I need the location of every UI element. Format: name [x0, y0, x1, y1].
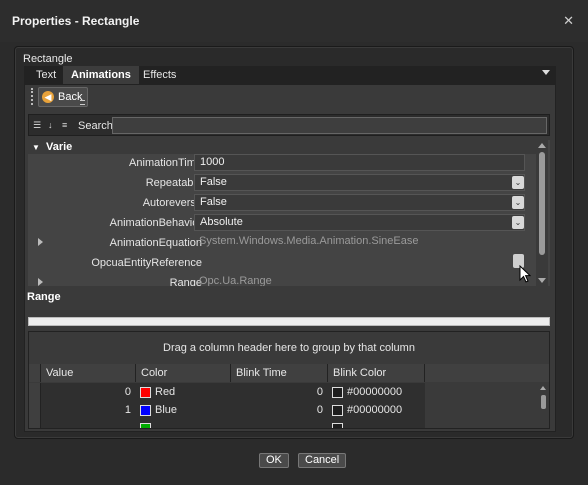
mouse-cursor-icon [519, 265, 531, 283]
alphabetical-sort-icon[interactable]: ↓ [48, 120, 53, 130]
property-row-animationequation: AnimationEquation System.Windows.Media.A… [28, 233, 536, 253]
window-title: Properties - Rectangle [12, 14, 140, 28]
property-row-range: Range Opc.Ua.Range [28, 273, 536, 286]
animationequation-value: System.Windows.Media.Animation.SineEase [199, 235, 419, 247]
cell-blink-color[interactable]: #00000000 [328, 401, 425, 419]
column-header-filler [425, 364, 549, 382]
animationbehavior-combo[interactable]: Absolute ⌄ [194, 214, 525, 231]
blink-color-value: #00000000 [347, 386, 403, 398]
range-data-grid: Drag a column header here to group by th… [28, 331, 550, 429]
repeatable-combo[interactable]: False ⌄ [194, 174, 525, 191]
property-row-animationtime: AnimationTime 1000 [28, 153, 536, 173]
color-swatch [140, 422, 151, 428]
range-section-title: Range [27, 291, 61, 303]
repeatable-value: False [200, 176, 227, 188]
property-row-repeatable: Repeatable False ⌄ [28, 173, 536, 193]
chevron-down-icon[interactable]: ⌄ [512, 176, 524, 189]
section-label: Rectangle [23, 53, 73, 65]
autoreverse-combo[interactable]: False ⌄ [194, 194, 525, 211]
chevron-down-icon[interactable]: ⌄ [512, 196, 524, 209]
cell-blink-color[interactable] [328, 419, 425, 428]
search-label: Search: [78, 120, 116, 132]
chevron-down-icon[interactable]: ⌄ [512, 216, 524, 229]
back-toolbar: ◀ Back [28, 86, 89, 108]
color-swatch [332, 386, 343, 398]
cancel-button[interactable]: Cancel [298, 453, 347, 468]
category-label: Varie [45, 141, 73, 153]
cell-blink-time[interactable]: 0 [231, 401, 328, 419]
cell-value[interactable]: 0 [41, 383, 136, 401]
search-input[interactable] [112, 117, 547, 134]
color-name: Blue [155, 404, 178, 416]
animationbehavior-value: Absolute [200, 216, 243, 228]
cell-color[interactable]: Red [136, 383, 231, 401]
property-grid-scrollbar[interactable] [536, 140, 548, 286]
color-name: Red [155, 386, 176, 398]
color-swatch [332, 404, 343, 416]
tab-overflow-dropdown-icon[interactable] [542, 70, 550, 75]
column-header-color[interactable]: Color [136, 364, 231, 382]
row-indicator[interactable] [29, 401, 41, 419]
group-panel-hint[interactable]: Drag a column header here to group by th… [29, 332, 549, 364]
cell-blink-time[interactable]: 0 [231, 383, 328, 401]
property-grid: ▼ Varie AnimationTime 1000 Repeatable Fa… [28, 140, 550, 286]
property-row-opcuaentityreference: OpcuaEntityReference [28, 253, 536, 273]
back-arrow-icon: ◀ [42, 91, 54, 103]
tab-strip: Text Animations Effects [24, 66, 556, 84]
expand-arrow-icon[interactable] [38, 238, 43, 246]
scroll-up-icon[interactable] [538, 143, 546, 148]
property-row-animationbehavior: AnimationBehavior Absolute ⌄ [28, 213, 536, 233]
column-header-blink-time[interactable]: Blink Time [231, 364, 328, 382]
cell-blink-time[interactable] [231, 419, 328, 428]
cell-color[interactable] [136, 419, 231, 428]
scroll-up-icon[interactable] [540, 386, 546, 390]
cell-value[interactable]: 1 [41, 401, 136, 419]
list-view-icon[interactable]: ≡ [62, 120, 67, 130]
categorized-sort-icon[interactable]: ☰ [33, 120, 41, 131]
property-name: AnimationBehavior [109, 217, 202, 229]
range-editor-bar[interactable] [28, 317, 550, 326]
table-row[interactable]: 0 Red 0 #00000000 [29, 383, 537, 401]
category-header[interactable]: ▼ Varie [28, 140, 536, 154]
scroll-thumb[interactable] [541, 395, 546, 409]
opcuaentityreference-value [194, 254, 525, 271]
ok-button[interactable]: OK [259, 453, 289, 468]
cell-color[interactable]: Blue [136, 401, 231, 419]
animationtime-field[interactable]: 1000 [194, 154, 525, 171]
data-grid-scrollbar[interactable] [538, 383, 549, 427]
scroll-down-icon[interactable] [538, 278, 546, 283]
property-row-autoreverse: Autoreverse False ⌄ [28, 193, 536, 213]
toolbar-overflow-icon[interactable] [80, 100, 85, 105]
property-name: OpcuaEntityReference [91, 257, 202, 269]
property-name: AnimationTime [129, 157, 202, 169]
row-indicator-header [29, 364, 41, 382]
tab-text[interactable]: Text [28, 66, 64, 84]
scroll-thumb[interactable] [539, 152, 545, 255]
cell-blink-color[interactable]: #00000000 [328, 383, 425, 401]
expand-arrow-icon[interactable] [38, 278, 43, 286]
autoreverse-value: False [200, 196, 227, 208]
row-indicator[interactable] [29, 419, 41, 428]
table-row[interactable]: 1 Blue 0 #00000000 [29, 401, 537, 419]
chevron-down-icon: ▼ [32, 143, 40, 152]
color-swatch [140, 404, 151, 416]
blink-color-value: #00000000 [347, 404, 403, 416]
column-header-value[interactable]: Value [41, 364, 136, 382]
property-name: AnimationEquation [109, 237, 202, 249]
tab-animations[interactable]: Animations [63, 66, 139, 84]
title-bar: Properties - Rectangle ✕ [0, 0, 588, 42]
toolbar-grip-icon[interactable] [31, 88, 34, 105]
range-value: Opc.Ua.Range [199, 275, 272, 286]
property-search-bar: ☰ ↓ ≡ Search: [28, 114, 550, 136]
color-swatch [140, 386, 151, 398]
dialog-footer: OK Cancel [0, 444, 588, 485]
cell-value[interactable] [41, 419, 136, 428]
back-label: Back [58, 91, 83, 103]
tab-effects[interactable]: Effects [135, 66, 184, 84]
close-icon[interactable]: ✕ [563, 13, 574, 29]
table-row-partial[interactable] [29, 419, 537, 428]
row-indicator[interactable] [29, 383, 41, 401]
column-header-blink-color[interactable]: Blink Color [328, 364, 425, 382]
color-swatch [332, 422, 343, 428]
